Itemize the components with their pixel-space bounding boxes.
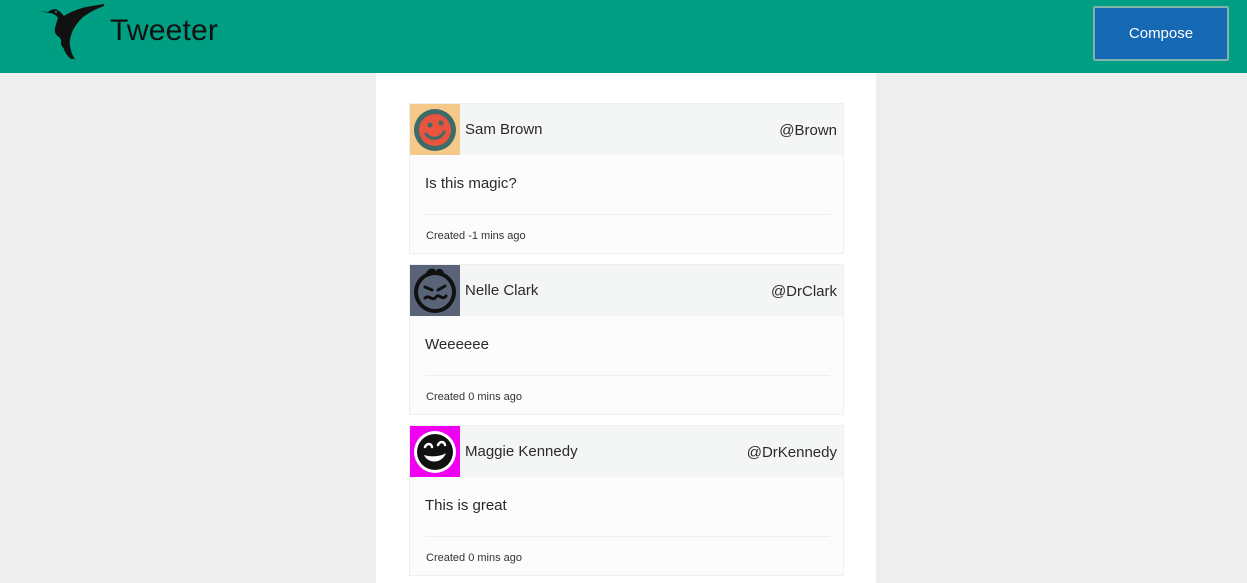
- divider: [425, 375, 830, 376]
- tweet-card: Nelle Clark @DrClark Weeeeee Created 0 m…: [409, 264, 844, 415]
- grimace-face-icon: [410, 265, 460, 316]
- tweet-timestamp: Created 0 mins ago: [426, 391, 522, 403]
- tweet-feed: Sam Brown @Brown Is this magic? Created …: [376, 73, 876, 583]
- tweet-timestamp: Created 0 mins ago: [426, 552, 522, 564]
- divider: [425, 536, 830, 537]
- avatar: [410, 426, 460, 477]
- tweet-text: Weeeeee: [425, 336, 489, 353]
- user-name: Nelle Clark: [465, 282, 539, 299]
- user-name: Maggie Kennedy: [465, 443, 578, 460]
- tweet-timestamp: Created -1 mins ago: [426, 230, 526, 242]
- avatar: [410, 104, 460, 155]
- compose-button[interactable]: Compose: [1093, 6, 1229, 61]
- app-title: Tweeter: [110, 14, 219, 47]
- tweet-card: Sam Brown @Brown Is this magic? Created …: [409, 103, 844, 254]
- user-handle: @Brown: [779, 122, 837, 139]
- avatar: [410, 265, 460, 316]
- tweet-card: Maggie Kennedy @DrKennedy This is great …: [409, 425, 844, 576]
- navbar: Tweeter Compose: [0, 0, 1247, 73]
- user-name: Sam Brown: [465, 121, 543, 138]
- tweet-header: Maggie Kennedy @DrKennedy: [410, 426, 843, 477]
- tweet-header: Sam Brown @Brown: [410, 104, 843, 155]
- tweet-header: Nelle Clark @DrClark: [410, 265, 843, 316]
- user-handle: @DrKennedy: [746, 444, 837, 461]
- grin-face-icon: [410, 426, 460, 477]
- hummingbird-icon: [26, 2, 106, 60]
- divider: [425, 214, 830, 215]
- user-handle: @DrClark: [770, 283, 837, 300]
- tweet-text: Is this magic?: [425, 175, 517, 192]
- tweet-text: This is great: [425, 497, 507, 514]
- smiley-face-icon: [410, 104, 460, 155]
